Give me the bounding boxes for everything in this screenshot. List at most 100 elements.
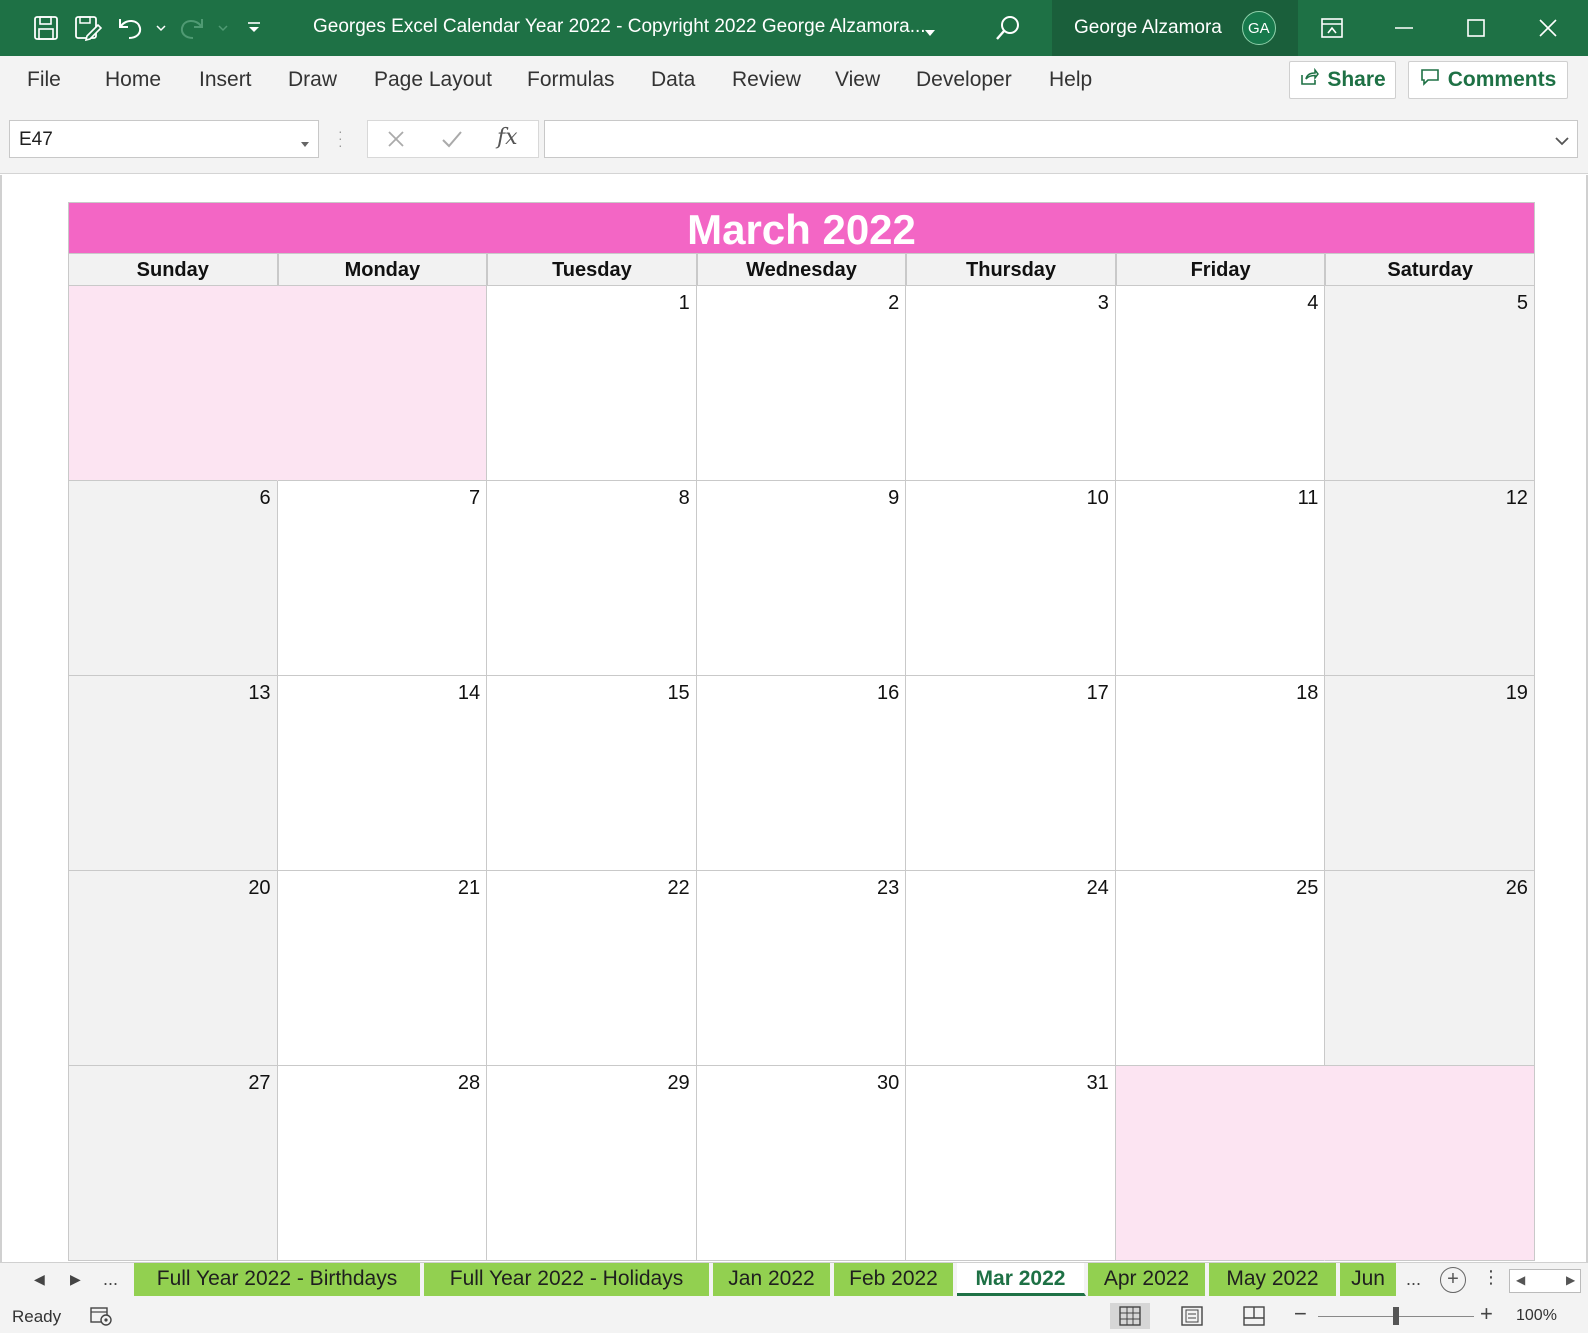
horizontal-scrollbar[interactable]: ◀ ▶ bbox=[1509, 1269, 1581, 1293]
calendar-day-cell[interactable]: 30 bbox=[696, 1066, 907, 1261]
zoom-in-button[interactable]: + bbox=[1480, 1301, 1493, 1327]
scroll-tabs-right-icon[interactable]: ▶ bbox=[70, 1271, 81, 1288]
sheet-tab-feb[interactable]: Feb 2022 bbox=[834, 1263, 955, 1296]
calendar-blank-cell[interactable] bbox=[277, 286, 488, 481]
tab-page-layout[interactable]: Page Layout bbox=[374, 68, 492, 92]
autosave-icon[interactable] bbox=[70, 12, 106, 44]
zoom-slider-thumb[interactable] bbox=[1393, 1307, 1399, 1325]
zoom-level[interactable]: 100% bbox=[1516, 1307, 1557, 1325]
scroll-right-icon[interactable]: ▶ bbox=[1566, 1273, 1575, 1287]
search-icon[interactable] bbox=[990, 12, 1024, 46]
calendar-day-cell[interactable]: 11 bbox=[1115, 481, 1326, 676]
sheet-tab-birthdays[interactable]: Full Year 2022 - Birthdays bbox=[134, 1263, 422, 1296]
calendar-day-cell[interactable]: 3 bbox=[906, 286, 1116, 481]
minimize-icon[interactable] bbox=[1368, 0, 1440, 56]
enter-check-icon[interactable] bbox=[440, 127, 464, 156]
avatar[interactable]: GA bbox=[1241, 11, 1276, 45]
formula-input[interactable] bbox=[544, 120, 1578, 158]
customize-qat-icon[interactable] bbox=[236, 12, 272, 44]
account-area[interactable]: George Alzamora GA bbox=[1052, 0, 1298, 56]
calendar-day-cell[interactable]: 4 bbox=[1115, 286, 1326, 481]
cancel-icon[interactable] bbox=[384, 127, 408, 156]
sheet-tab-apr[interactable]: Apr 2022 bbox=[1088, 1263, 1207, 1296]
title-dropdown-icon[interactable] bbox=[924, 24, 936, 42]
calendar-day-cell[interactable]: 9 bbox=[696, 481, 907, 676]
page-layout-view-icon[interactable] bbox=[1172, 1303, 1212, 1329]
insert-function-icon[interactable]: fx bbox=[497, 125, 518, 150]
calendar-day-cell[interactable]: 10 bbox=[906, 481, 1116, 676]
tab-home[interactable]: Home bbox=[105, 68, 161, 92]
calendar-day-cell[interactable]: 12 bbox=[1325, 481, 1535, 676]
calendar-day-cell[interactable]: 19 bbox=[1325, 676, 1535, 871]
calendar-day-cell[interactable]: 21 bbox=[277, 871, 488, 1066]
calendar-day-cell[interactable]: 29 bbox=[487, 1066, 697, 1261]
calendar-day-cell[interactable]: 22 bbox=[487, 871, 697, 1066]
sheet-tab-jun[interactable]: Jun bbox=[1340, 1263, 1398, 1296]
tab-insert[interactable]: Insert bbox=[199, 68, 252, 92]
scroll-tabs-left-icon[interactable]: ◀ bbox=[34, 1271, 45, 1288]
tab-help[interactable]: Help bbox=[1049, 68, 1092, 92]
comments-button[interactable]: Comments bbox=[1408, 61, 1568, 99]
tab-file[interactable]: File bbox=[27, 68, 61, 92]
calendar-day-cell[interactable]: 31 bbox=[906, 1066, 1116, 1261]
calendar-blank-cell[interactable] bbox=[1325, 1066, 1535, 1261]
close-icon[interactable] bbox=[1512, 0, 1584, 56]
calendar-day-cell[interactable]: 18 bbox=[1115, 676, 1326, 871]
name-box[interactable]: E47 bbox=[9, 120, 319, 158]
calendar-day-cell[interactable]: 20 bbox=[68, 871, 278, 1066]
calendar-day-cell[interactable]: 25 bbox=[1115, 871, 1326, 1066]
calendar-day-cell[interactable]: 14 bbox=[277, 676, 488, 871]
calendar-day-cell[interactable]: 5 bbox=[1325, 286, 1535, 481]
calendar-day-cell[interactable]: 17 bbox=[906, 676, 1116, 871]
tab-draw[interactable]: Draw bbox=[288, 68, 337, 92]
share-button[interactable]: Share bbox=[1289, 61, 1396, 99]
calendar-day-cell[interactable]: 16 bbox=[696, 676, 907, 871]
calendar-day-cell[interactable]: 7 bbox=[277, 481, 488, 676]
calendar-day-cell[interactable]: 26 bbox=[1325, 871, 1535, 1066]
calendar-blank-cell[interactable] bbox=[1115, 1066, 1326, 1261]
calendar-title[interactable]: March 2022 bbox=[68, 202, 1535, 254]
day-of-week-monday[interactable]: Monday bbox=[277, 254, 488, 286]
calendar-day-cell[interactable]: 13 bbox=[68, 676, 278, 871]
calendar-day-cell[interactable]: 8 bbox=[487, 481, 697, 676]
scroll-left-icon[interactable]: ◀ bbox=[1516, 1273, 1525, 1287]
normal-view-icon[interactable] bbox=[1110, 1303, 1150, 1329]
save-icon[interactable] bbox=[28, 12, 64, 44]
day-of-week-thursday[interactable]: Thursday bbox=[906, 254, 1116, 286]
undo-dropdown-icon[interactable] bbox=[154, 12, 168, 44]
undo-icon[interactable] bbox=[112, 12, 148, 44]
more-tabs-right[interactable]: ... bbox=[1406, 1269, 1421, 1290]
day-of-week-saturday[interactable]: Saturday bbox=[1325, 254, 1535, 286]
chevron-down-icon[interactable] bbox=[300, 135, 310, 153]
tab-view[interactable]: View bbox=[835, 68, 880, 92]
add-sheet-button[interactable]: + bbox=[1440, 1267, 1466, 1293]
day-of-week-sunday[interactable]: Sunday bbox=[68, 254, 278, 286]
ribbon-display-icon[interactable] bbox=[1296, 0, 1368, 56]
tab-splitter-icon[interactable]: ⋮ bbox=[1482, 1267, 1500, 1288]
calendar-day-cell[interactable]: 2 bbox=[696, 286, 907, 481]
expand-formula-bar-icon[interactable] bbox=[1555, 133, 1569, 151]
sheet-tab-jan[interactable]: Jan 2022 bbox=[713, 1263, 832, 1296]
formula-bar-grip-icon[interactable]: · · · bbox=[338, 124, 343, 152]
maximize-icon[interactable] bbox=[1440, 0, 1512, 56]
calendar-blank-cell[interactable] bbox=[68, 286, 278, 481]
calendar-day-cell[interactable]: 24 bbox=[906, 871, 1116, 1066]
calendar-day-cell[interactable]: 6 bbox=[68, 481, 278, 676]
zoom-out-button[interactable]: − bbox=[1294, 1301, 1307, 1327]
calendar-day-cell[interactable]: 23 bbox=[696, 871, 907, 1066]
tab-formulas[interactable]: Formulas bbox=[527, 68, 615, 92]
calendar-day-cell[interactable]: 15 bbox=[487, 676, 697, 871]
tab-data[interactable]: Data bbox=[651, 68, 695, 92]
sheet-tab-may[interactable]: May 2022 bbox=[1209, 1263, 1338, 1296]
calendar-day-cell[interactable]: 27 bbox=[68, 1066, 278, 1261]
calendar-day-cell[interactable]: 28 bbox=[277, 1066, 488, 1261]
day-of-week-wednesday[interactable]: Wednesday bbox=[696, 254, 907, 286]
sheet-tab-mar[interactable]: Mar 2022 bbox=[957, 1263, 1086, 1296]
tab-developer[interactable]: Developer bbox=[916, 68, 1012, 92]
day-of-week-tuesday[interactable]: Tuesday bbox=[487, 254, 697, 286]
tab-review[interactable]: Review bbox=[732, 68, 801, 92]
accessibility-icon[interactable] bbox=[89, 1305, 113, 1332]
day-of-week-friday[interactable]: Friday bbox=[1115, 254, 1326, 286]
more-tabs-left[interactable]: ... bbox=[103, 1269, 118, 1290]
calendar-day-cell[interactable]: 1 bbox=[487, 286, 697, 481]
